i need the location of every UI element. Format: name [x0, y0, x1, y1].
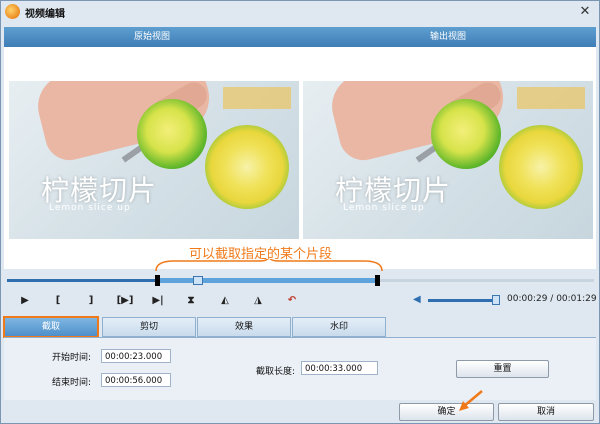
lime-half-image	[137, 99, 207, 169]
time-readout: 00:00:29 / 00:01:29	[507, 294, 597, 304]
app-icon	[5, 4, 20, 19]
time-separator: /	[547, 294, 557, 304]
video-edit-window: 视频编辑 ✕ 原始视图 输出视图 柠檬切片 Lemon slice up 柠檬切…	[0, 0, 600, 424]
original-view-header: 原始视图	[4, 27, 300, 47]
volume-knob[interactable]	[492, 295, 500, 305]
tab-watermark[interactable]: 水印	[292, 317, 386, 337]
video-overlay-subtitle: Lemon slice up	[343, 203, 425, 213]
watermark-logo	[223, 87, 291, 109]
lime-slice-image	[499, 125, 583, 209]
undo-button[interactable]: ↶	[283, 293, 301, 309]
next-frame-button[interactable]: ▶|	[149, 293, 167, 309]
trim-panel: 开始时间: 00:00:23.000 结束时间: 00:00:56.000 截取…	[4, 337, 596, 400]
play-button[interactable]: ▶	[16, 293, 34, 309]
mark-in-button[interactable]: [	[49, 293, 67, 309]
lime-half-image	[431, 99, 501, 169]
original-video-frame[interactable]: 柠檬切片 Lemon slice up	[8, 80, 300, 240]
length-label: 截取长度:	[256, 367, 296, 377]
preview-area: 柠檬切片 Lemon slice up 柠檬切片 Lemon slice up …	[4, 47, 596, 272]
output-view-header: 输出视图	[300, 27, 596, 47]
rotate-left-button[interactable]: ◭	[216, 293, 234, 309]
tab-trim[interactable]: 截取	[3, 316, 99, 338]
volume-slider[interactable]	[428, 299, 498, 302]
watermark-logo	[517, 87, 585, 109]
rotate-right-button[interactable]: ◮	[249, 293, 267, 309]
mark-out-button[interactable]: ]	[82, 293, 100, 309]
timeline-slider[interactable]	[7, 275, 594, 287]
cancel-button[interactable]: 取消	[498, 403, 594, 421]
current-time: 00:00:29	[507, 294, 548, 304]
close-button[interactable]: ✕	[576, 4, 594, 20]
end-time-field[interactable]: 00:00:56.000	[101, 373, 171, 387]
speaker-icon[interactable]: ◀	[413, 294, 425, 306]
flip-vertical-button[interactable]: ⧗	[182, 293, 200, 309]
tab-cut[interactable]: 剪切	[102, 317, 196, 337]
output-video-frame: 柠檬切片 Lemon slice up	[303, 81, 593, 239]
annotation-arrow-icon	[459, 390, 483, 411]
tab-effects[interactable]: 效果	[197, 317, 291, 337]
timeline-selection	[157, 278, 377, 283]
annotation-text: 可以截取指定的某个片段	[189, 247, 333, 262]
length-field: 00:00:33.000	[301, 361, 378, 375]
title-bar: 视频编辑 ✕	[1, 1, 599, 23]
lime-slice-image	[205, 125, 289, 209]
reset-button[interactable]: 重置	[456, 360, 549, 378]
start-time-field[interactable]: 00:00:23.000	[101, 349, 171, 363]
start-time-label: 开始时间:	[52, 353, 92, 363]
selection-end-marker[interactable]	[375, 275, 380, 286]
video-overlay-subtitle: Lemon slice up	[49, 203, 131, 213]
total-time: 00:01:29	[556, 294, 597, 304]
play-selection-button[interactable]: [▶]	[113, 293, 137, 309]
window-title: 视频编辑	[25, 9, 65, 20]
playhead-handle[interactable]	[193, 276, 203, 285]
end-time-label: 结束时间:	[52, 378, 92, 388]
selection-start-marker[interactable]	[155, 275, 160, 286]
